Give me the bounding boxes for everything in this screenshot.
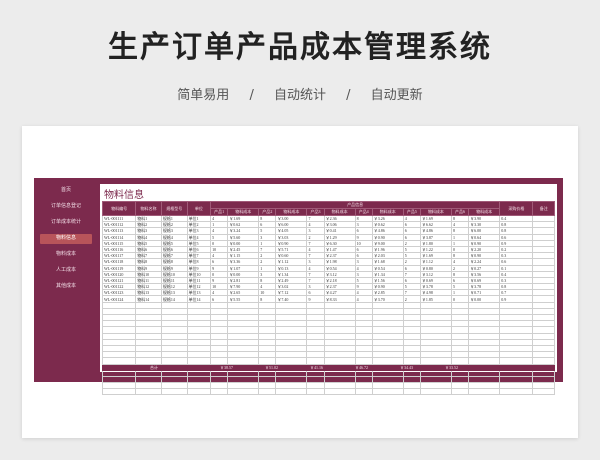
sidebar-item-order-registration[interactable]: 订单信息登记 — [40, 202, 92, 212]
feature-list: 简单易用 / 自动统计 / 自动更新 — [0, 84, 600, 103]
table-cell[interactable] — [450, 388, 470, 396]
table-cell[interactable] — [135, 388, 162, 396]
table-cell[interactable] — [371, 388, 404, 396]
feature-separator: / — [346, 88, 351, 103]
column-header: 物料成本 — [371, 208, 404, 216]
table-cell[interactable] — [468, 388, 501, 396]
table-cell[interactable] — [160, 388, 188, 396]
column-header: 产品6 — [450, 208, 470, 216]
sidebar-item-material-cost[interactable]: 物料成本 — [40, 250, 92, 260]
table-header-group-row: 物料编号 物料名称 规格型号 单位 产品信息 采购价格 备注 — [101, 201, 555, 216]
column-header: 物料名称 — [135, 201, 162, 216]
column-header: 物料成本 — [419, 208, 452, 216]
column-header: 物料成本 — [227, 208, 260, 216]
preview-sheet: 首页 订单信息登记 订单成本统计 物料信息 物料成本 人工成本 其他成本 物料信… — [22, 126, 578, 438]
sidebar-item-labor-cost[interactable]: 人工成本 — [40, 266, 92, 276]
totals-value: ￥33.52 — [445, 365, 458, 370]
totals-value: ￥34.43 — [400, 365, 413, 370]
table-cell[interactable] — [402, 388, 421, 396]
totals-value: ￥41.16 — [310, 365, 323, 370]
column-header: 物料成本 — [323, 208, 356, 216]
feature-item: 自动更新 — [370, 88, 423, 103]
table-cell[interactable] — [323, 388, 356, 396]
table-cell[interactable] — [210, 388, 229, 396]
table-cell[interactable] — [186, 388, 212, 396]
feature-item: 自动统计 — [273, 88, 326, 103]
table-cell[interactable] — [532, 388, 555, 396]
table-cell[interactable] — [227, 388, 260, 396]
column-header: 产品3 — [306, 208, 325, 216]
column-header: 产品2 — [258, 208, 277, 216]
column-header: 备注 — [532, 201, 555, 216]
app-window: 首页 订单信息登记 订单成本统计 物料信息 物料成本 人工成本 其他成本 物料信… — [34, 178, 563, 396]
column-header: 单位 — [186, 201, 212, 216]
sidebar-item-material-info[interactable]: 物料信息 — [40, 234, 92, 244]
main-panel: 物料信息 物料编号 物料名称 规格型号 单位 产品信息 采购价格 备注 产品1 … — [100, 184, 557, 396]
sidebar-item-order-cost[interactable]: 订单成本统计 — [40, 218, 92, 228]
totals-value: ￥46.72 — [355, 365, 368, 370]
table-cell[interactable] — [275, 388, 308, 396]
totals-label: 合计 — [150, 365, 158, 370]
table-cell[interactable] — [354, 388, 373, 396]
sidebar-item-home[interactable]: 首页 — [40, 186, 92, 196]
totals-row: 合计 ￥38.57 ￥51.02 ￥41.16 ￥46.72 ￥34.43 ￥3… — [102, 365, 555, 371]
page-title: 生产订单产品成本管理系统 — [108, 30, 492, 65]
table-cell[interactable] — [499, 388, 534, 396]
feature-item: 简单易用 — [177, 88, 230, 103]
sidebar-item-other-cost[interactable]: 其他成本 — [40, 282, 92, 292]
column-header: 产品1 — [210, 208, 229, 216]
sidebar: 首页 订单信息登记 订单成本统计 物料信息 物料成本 人工成本 其他成本 — [34, 178, 100, 382]
column-header: 产品5 — [402, 208, 421, 216]
totals-value: ￥38.57 — [220, 365, 233, 370]
section-title: 物料信息 — [104, 190, 144, 201]
column-header: 产品4 — [354, 208, 373, 216]
column-header: 物料成本 — [468, 208, 501, 216]
column-header: 规格型号 — [160, 201, 188, 216]
column-header: 物料成本 — [275, 208, 308, 216]
table-cell[interactable] — [258, 388, 277, 396]
table-cell[interactable] — [419, 388, 452, 396]
table-row-empty — [101, 388, 555, 396]
table-cell[interactable] — [306, 388, 325, 396]
table-cell[interactable] — [101, 388, 137, 396]
product-group-header: 产品信息 — [210, 201, 501, 209]
column-header: 采购价格 — [499, 201, 534, 216]
column-header: 物料编号 — [101, 201, 137, 216]
feature-separator: / — [249, 88, 254, 103]
totals-value: ￥51.02 — [265, 365, 278, 370]
